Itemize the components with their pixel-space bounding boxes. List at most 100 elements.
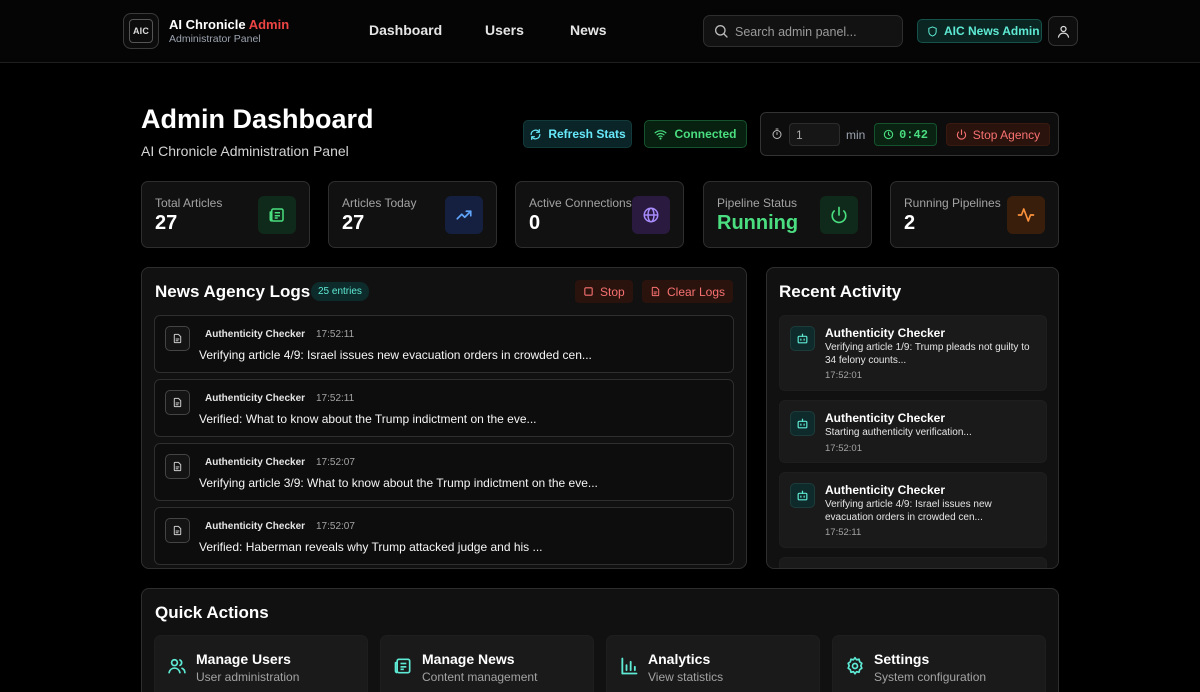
bot-icon <box>790 483 815 508</box>
stop-agency-button[interactable]: Stop Agency <box>946 123 1050 146</box>
logo-text: AIC <box>129 19 153 43</box>
stop-logs-button[interactable]: Stop <box>575 280 633 303</box>
recent-activity-panel: Recent Activity Authenticity Checker Ver… <box>766 267 1059 569</box>
power-icon <box>820 196 858 234</box>
newspaper-icon <box>393 656 413 676</box>
log-source: Authenticity Checker <box>205 393 306 404</box>
activity-title: Authenticity Checker <box>825 483 946 497</box>
stat-label: Running Pipelines <box>904 196 1001 210</box>
bot-icon <box>790 411 815 436</box>
nav-dashboard[interactable]: Dashboard <box>369 22 442 38</box>
brand-title: AI Chronicle Admin <box>169 17 289 32</box>
stop-logs-label: Stop <box>600 284 625 299</box>
activity-item: Authenticity Checker Starting authentici… <box>779 400 1047 463</box>
clear-logs-button[interactable]: Clear Logs <box>642 280 734 303</box>
manage-users-action[interactable]: Manage Users User administration <box>154 635 368 692</box>
brand-title-main: AI Chronicle <box>169 17 246 32</box>
refresh-stats-button[interactable]: Refresh Stats <box>523 120 632 148</box>
log-message: Verified: Haberman reveals why Trump att… <box>199 540 543 554</box>
connected-label: Connected <box>674 127 737 141</box>
activity-description: Verifying article 4/9: Israel issues new… <box>825 499 992 523</box>
bot-icon <box>790 326 815 351</box>
stat-running-pipelines: Running Pipelines 2 <box>890 181 1059 248</box>
users-icon <box>167 656 187 676</box>
quick-action-title: Manage Users <box>196 651 291 667</box>
log-entry: Authenticity Checker 17:52:11 Verifying … <box>154 315 734 373</box>
file-text-icon <box>650 286 661 297</box>
log-entry: Authenticity Checker 17:52:07 Verified: … <box>154 507 734 565</box>
activity-description: Verifying article 1/9: Trump pleads not … <box>825 342 1030 366</box>
log-entry: Authenticity Checker 17:52:07 Verifying … <box>154 443 734 501</box>
search-input[interactable] <box>735 22 895 42</box>
brand-subtitle: Administrator Panel <box>169 33 261 45</box>
logo[interactable]: AIC <box>123 13 159 49</box>
log-time: 17:52:07 <box>316 457 355 468</box>
stat-articles-today: Articles Today 27 <box>328 181 497 248</box>
newspaper-icon <box>258 196 296 234</box>
shield-icon <box>927 25 938 37</box>
clear-logs-label: Clear Logs <box>667 284 726 299</box>
trending-up-icon <box>445 196 483 234</box>
activity-title: Authenticity Checker <box>825 326 946 340</box>
logs-title: News Agency Logs <box>155 282 311 301</box>
quick-action-subtitle: Content management <box>422 670 538 684</box>
search-box <box>703 15 903 47</box>
log-message: Verifying article 3/9: What to know abou… <box>199 476 598 490</box>
log-message: Verifying article 4/9: Israel issues new… <box>199 348 592 362</box>
activity-time: 17:52:01 <box>825 443 862 454</box>
activity-description: Starting authenticity verification... <box>825 427 972 438</box>
manage-news-action[interactable]: Manage News Content management <box>380 635 594 692</box>
interval-unit: min <box>846 128 866 142</box>
log-source: Authenticity Checker <box>205 457 306 468</box>
nav-users[interactable]: Users <box>485 22 524 38</box>
log-source: Authenticity Checker <box>205 329 306 340</box>
user-icon <box>1056 24 1071 39</box>
settings-action[interactable]: Settings System configuration <box>832 635 1046 692</box>
activity-title: Recent Activity <box>779 282 902 301</box>
activity-item: Authenticity Checker Verifying article 1… <box>779 315 1047 391</box>
stat-label: Active Connections <box>529 196 632 210</box>
log-time: 17:52:11 <box>316 393 355 404</box>
stat-pipeline-status: Pipeline Status Running <box>703 181 872 248</box>
gear-icon <box>845 656 865 676</box>
quick-action-subtitle: User administration <box>196 670 300 684</box>
stat-total-articles: Total Articles 27 <box>141 181 310 248</box>
nav-news[interactable]: News <box>570 22 607 38</box>
log-entry: Authenticity Checker 17:52:11 Verified: … <box>154 379 734 437</box>
analytics-action[interactable]: Analytics View statistics <box>606 635 820 692</box>
stat-value: Running <box>717 212 799 234</box>
log-message: Verified: What to know about the Trump i… <box>199 412 537 426</box>
page-title: Admin Dashboard <box>141 104 374 134</box>
document-icon <box>165 518 190 543</box>
log-time: 17:52:07 <box>316 521 355 532</box>
top-navbar: AIC AI Chronicle Admin Administrator Pan… <box>0 0 1200 63</box>
brand-title-accent: Admin <box>248 17 290 32</box>
bar-chart-icon <box>619 656 639 676</box>
wifi-icon <box>654 128 667 141</box>
countdown-timer: 0:42 <box>874 123 937 146</box>
power-icon <box>956 129 967 140</box>
stat-label: Pipeline Status <box>717 196 798 210</box>
stat-value: 0 <box>529 212 541 234</box>
quick-action-subtitle: System configuration <box>874 670 987 684</box>
admin-badge[interactable]: AIC News Admin <box>917 19 1042 43</box>
quick-action-title: Manage News <box>422 651 515 667</box>
page-subtitle: AI Chronicle Administration Panel <box>141 143 349 159</box>
stat-value: 27 <box>155 212 178 234</box>
stop-square-icon <box>583 286 594 297</box>
stat-label: Articles Today <box>342 196 417 210</box>
activity-icon <box>1007 196 1045 234</box>
interval-input[interactable] <box>789 123 840 146</box>
activity-time: 17:52:01 <box>825 370 862 381</box>
user-menu-button[interactable] <box>1048 16 1078 46</box>
activity-item: Authenticity Checker Verifying article 4… <box>779 472 1047 548</box>
quick-action-title: Analytics <box>648 651 711 667</box>
countdown-value: 0:42 <box>899 127 928 142</box>
globe-icon <box>632 196 670 234</box>
activity-time: 17:52:11 <box>825 527 862 538</box>
quick-action-title: Settings <box>874 651 930 667</box>
stat-value: 2 <box>904 212 916 234</box>
admin-badge-label: AIC News Admin <box>944 24 1040 38</box>
news-agency-logs-panel: News Agency Logs 25 entries Stop Clear L… <box>141 267 747 569</box>
quick-action-subtitle: View statistics <box>648 670 724 684</box>
